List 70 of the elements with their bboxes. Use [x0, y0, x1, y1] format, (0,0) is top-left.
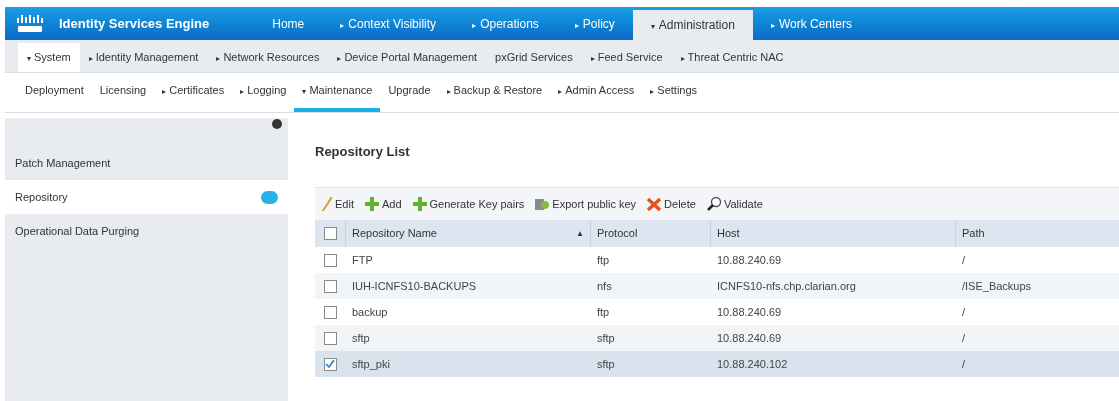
table-cell: backup — [352, 305, 388, 318]
table-cell: ICNFS10-nfs.chp.clarian.org — [717, 279, 856, 292]
sidebar-item[interactable]: Patch Management — [5, 146, 288, 180]
table-row[interactable]: sftp_pki sftp 10.88.240.102 / — [315, 351, 1119, 377]
nav-tab[interactable]: ▸ Context Visibility — [322, 7, 455, 40]
table-cell: /ISE_Backups — [962, 279, 1032, 292]
table-cell: 10.88.240.69 — [717, 305, 782, 318]
sub-tab[interactable]: ▸ Identity Management — [79, 43, 208, 72]
magnifier-icon — [705, 196, 722, 212]
table-cell: / — [962, 357, 966, 370]
table-cell: nfs — [597, 279, 612, 292]
toolbar-button[interactable]: Export public key — [534, 195, 637, 213]
table-cell: 10.88.240.69 — [717, 331, 782, 344]
sub-tab[interactable]: ▸ Threat Centric NAC — [671, 43, 793, 72]
checkbox[interactable] — [323, 253, 337, 267]
toolbar-button[interactable]: Edit — [321, 195, 354, 213]
table-cell: 10.88.240.102 — [717, 357, 788, 370]
table-cell: ftp — [597, 305, 610, 318]
sub-tab[interactable]: ▾ System — [18, 43, 80, 72]
logo-icon — [15, 13, 45, 34]
table-cell: sftp — [352, 331, 370, 344]
page-title: Repository List — [315, 143, 411, 161]
section-tab[interactable]: Deployment — [17, 73, 92, 112]
nav-tab[interactable]: ▾ Administration — [632, 10, 753, 40]
sub-tab[interactable]: ▸ Device Portal Management — [328, 43, 487, 72]
sort-icon: ▲ — [576, 227, 584, 240]
table-cell: FTP — [352, 253, 373, 266]
nav-tab[interactable]: Home — [254, 7, 323, 40]
checkbox[interactable] — [323, 331, 337, 345]
nav-tab[interactable]: ▸ Operations — [454, 7, 557, 40]
table-cell: ftp — [597, 253, 610, 266]
table-cell: sftp_pki — [352, 357, 390, 370]
delete-icon — [646, 196, 663, 212]
table-cell: / — [962, 331, 966, 344]
section-tab[interactable]: ▸ Certificates — [154, 73, 233, 112]
nav-tab[interactable]: ▸ Policy — [556, 7, 633, 40]
table-cell: sftp — [597, 331, 615, 344]
toolbar-button[interactable]: Validate — [705, 195, 763, 213]
toolbar-button[interactable]: Delete — [646, 195, 696, 213]
table-cell: IUH-ICNFS10-BACKUPS — [352, 279, 477, 292]
export-icon — [534, 196, 551, 212]
sub-tab[interactable]: pxGrid Services — [486, 43, 582, 72]
section-tab[interactable]: ▾ Maintenance — [294, 73, 381, 112]
table-cell: sftp — [597, 357, 615, 370]
plus-icon — [411, 196, 428, 212]
sidebar-item[interactable]: Operational Data Purging — [5, 214, 288, 248]
table-cell: / — [962, 253, 966, 266]
section-tab[interactable]: ▸ Logging — [232, 73, 295, 112]
toolbar-button[interactable]: Add — [363, 195, 402, 213]
pencil-icon — [321, 196, 333, 212]
section-tab[interactable]: Upgrade — [380, 73, 439, 112]
plus-icon — [363, 196, 380, 212]
section-tab[interactable]: ▸ Settings — [642, 73, 706, 112]
checkbox[interactable] — [323, 305, 337, 319]
toolbar-button[interactable]: Generate Key pairs — [411, 195, 525, 213]
checkbox[interactable] — [323, 227, 337, 240]
table-row[interactable]: sftp sftp 10.88.240.69 / — [315, 325, 1119, 351]
section-tab[interactable]: ▸ Admin Access — [550, 73, 643, 112]
checkbox[interactable] — [323, 279, 337, 293]
checkbox[interactable] — [323, 357, 337, 371]
table-cell: 10.88.240.69 — [717, 253, 782, 266]
table-row[interactable]: IUH-ICNFS10-BACKUPS nfs ICNFS10-nfs.chp.clarian.org /ISE_Backups — [315, 273, 1119, 299]
section-tab[interactable]: ▸ Backup & Restore — [438, 73, 551, 112]
section-tab[interactable]: Licensing — [91, 73, 155, 112]
table-cell: / — [962, 305, 966, 318]
sidebar-item[interactable]: Repository — [5, 180, 288, 214]
product-name: Identity Services Engine — [59, 14, 210, 33]
nav-tab[interactable]: ▸ Work Centers — [752, 7, 870, 40]
sub-tab[interactable]: ▸ Network Resources — [207, 43, 329, 72]
sub-tab[interactable]: ▸ Feed Service — [581, 43, 672, 72]
